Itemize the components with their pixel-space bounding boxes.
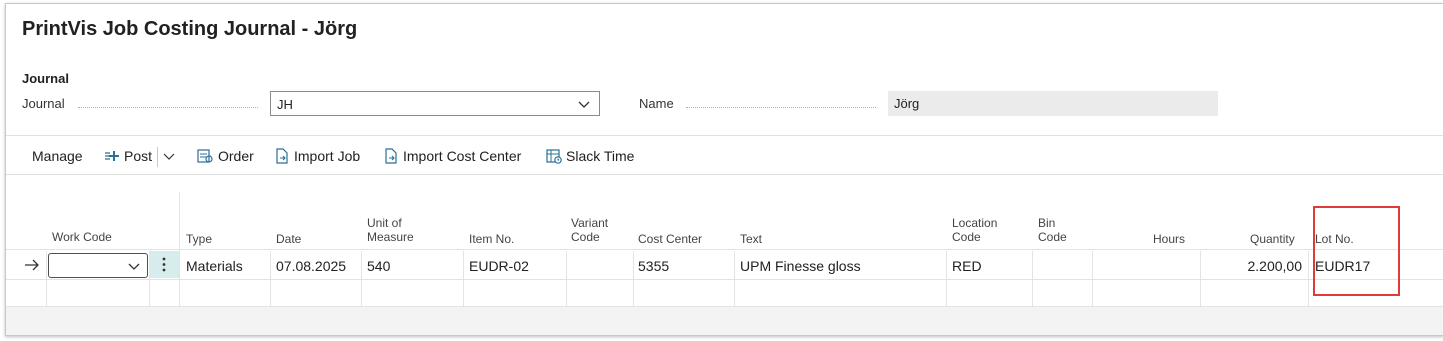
name-field-value: Jörg	[894, 96, 920, 111]
col-header-item-no[interactable]: Item No.	[469, 232, 514, 246]
cell-item-no[interactable]: EUDR-02	[469, 258, 529, 274]
col-header-variant-code[interactable]: Variant Code	[571, 216, 608, 244]
row-actions-button[interactable]	[149, 251, 179, 278]
cell-text[interactable]: UPM Finesse gloss	[740, 258, 861, 274]
col-header-location-line2: Code	[952, 230, 981, 244]
col-header-uom-line2: Measure	[367, 230, 414, 244]
name-field: Jörg	[888, 91, 1218, 116]
row-border	[6, 279, 1443, 280]
name-field-label: Name	[639, 96, 674, 111]
chevron-down-icon	[578, 101, 590, 108]
slack-time-button[interactable]: Slack Time	[546, 148, 634, 164]
import-job-icon	[276, 148, 288, 164]
post-dropdown-button[interactable]	[163, 150, 179, 162]
col-header-bin-code[interactable]: Bin Code	[1038, 216, 1067, 244]
col-header-location-code[interactable]: Location Code	[952, 216, 997, 244]
post-icon	[105, 151, 119, 161]
toolbar-separator	[6, 174, 1443, 175]
page-title: PrintVis Job Costing Journal - Jörg	[22, 18, 358, 40]
cell-quantity[interactable]: 2.200,00	[1248, 258, 1303, 274]
post-split-divider	[157, 147, 158, 167]
cell-unit-of-measure[interactable]: 540	[367, 258, 390, 274]
journal-page: PrintVis Job Costing Journal - Jörg Jour…	[5, 3, 1443, 336]
arrow-right-icon	[25, 259, 39, 271]
col-header-hours[interactable]: Hours	[1153, 232, 1185, 246]
col-header-uom-line1: Unit of	[367, 216, 402, 230]
cell-location-code[interactable]: RED	[952, 258, 982, 274]
action-bar: Manage Post Order Import Job Import Cost…	[6, 144, 1443, 170]
post-button[interactable]: Post	[104, 148, 152, 164]
col-header-bin-line2: Code	[1038, 230, 1067, 244]
import-job-button[interactable]: Import Job	[274, 148, 360, 164]
chevron-down-icon	[163, 153, 175, 160]
order-button[interactable]: Order	[196, 148, 254, 164]
more-options-icon	[162, 257, 166, 272]
chevron-down-icon[interactable]	[127, 259, 141, 273]
manage-label: Manage	[32, 148, 83, 164]
col-header-bin-line1: Bin	[1038, 216, 1056, 230]
col-header-variant-line1: Variant	[571, 216, 609, 230]
col-header-quantity[interactable]: Quantity	[1250, 232, 1295, 246]
slack-time-icon	[546, 149, 562, 164]
work-code-input[interactable]	[48, 253, 148, 278]
journal-field-label: Journal	[22, 96, 65, 111]
col-header-cost-center[interactable]: Cost Center	[638, 232, 702, 246]
slack-time-label: Slack Time	[566, 148, 635, 164]
col-header-unit-of-measure[interactable]: Unit of Measure	[367, 216, 414, 244]
journal-select[interactable]: JH	[270, 91, 600, 116]
col-header-work-code[interactable]: Work Code	[52, 230, 112, 244]
header-row-border	[6, 249, 1443, 250]
col-header-date[interactable]: Date	[276, 232, 301, 246]
col-header-variant-line2: Code	[571, 230, 600, 244]
name-label-leader	[686, 107, 876, 108]
journal-select-value: JH	[277, 97, 293, 112]
col-header-text[interactable]: Text	[740, 232, 762, 246]
col-header-type[interactable]: Type	[186, 232, 212, 246]
import-cost-center-button[interactable]: Import Cost Center	[383, 148, 521, 164]
import-job-label: Import Job	[294, 148, 361, 164]
cell-cost-center[interactable]: 5355	[638, 258, 669, 274]
import-cost-center-icon	[385, 148, 397, 164]
import-cost-center-label: Import Cost Center	[403, 148, 522, 164]
cell-date[interactable]: 07.08.2025	[276, 258, 346, 274]
col-header-location-line1: Location	[952, 216, 998, 230]
order-icon	[197, 149, 213, 163]
journal-label-leader	[78, 107, 258, 108]
order-label: Order	[218, 148, 254, 164]
cell-type[interactable]: Materials	[186, 258, 243, 274]
post-label: Post	[124, 148, 153, 164]
header-separator	[6, 135, 1443, 136]
lot-no-highlight-box	[1313, 206, 1400, 296]
manage-menu[interactable]: Manage	[32, 148, 83, 164]
grid-footer	[6, 307, 1443, 335]
journal-group-caption: Journal	[22, 71, 69, 86]
